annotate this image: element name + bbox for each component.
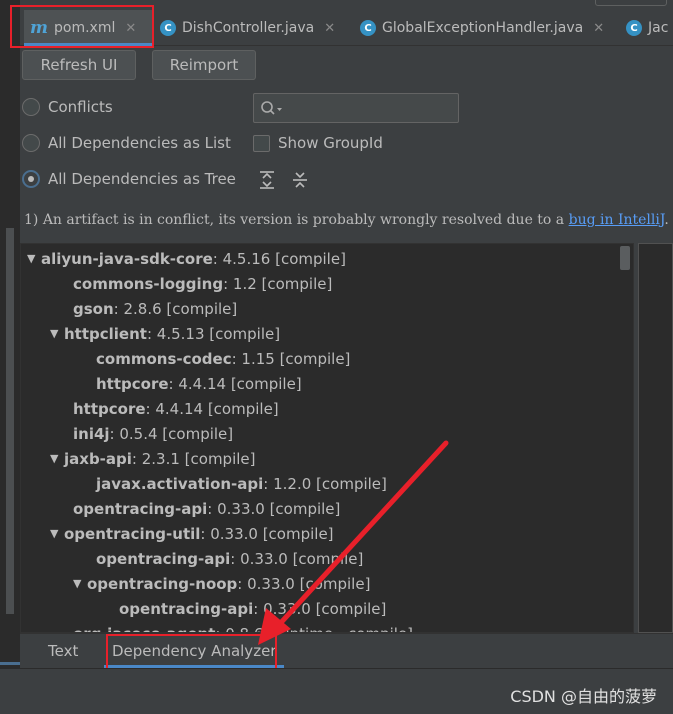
gutter-marker bbox=[0, 662, 20, 665]
tree-node[interactable]: commons-codec : 1.15 [compile] bbox=[82, 346, 350, 371]
tree-option[interactable]: All Dependencies as Tree bbox=[22, 170, 236, 188]
gutter-scrollbar[interactable] bbox=[6, 228, 14, 614]
conflict-notice: 1) An artifact is in conflict, its versi… bbox=[24, 212, 669, 228]
show-groupid-label: Show GroupId bbox=[278, 134, 383, 152]
artifact-version: : 0.33.0 [compile] bbox=[237, 574, 371, 593]
expand-arrow-icon[interactable]: ▼ bbox=[50, 327, 64, 340]
artifact-version: : 0.33.0 [compile] bbox=[200, 524, 334, 543]
expand-arrow-icon[interactable]: ▼ bbox=[27, 252, 41, 265]
artifact-version: : 4.4.14 [compile] bbox=[168, 374, 302, 393]
left-gutter bbox=[0, 0, 20, 714]
search-input[interactable] bbox=[288, 100, 448, 116]
refresh-ui-button[interactable]: Refresh UI bbox=[22, 50, 136, 80]
artifact-version: : 2.3.1 [compile] bbox=[131, 449, 256, 468]
artifact-name: opentracing-api bbox=[96, 549, 231, 568]
tree-label: All Dependencies as Tree bbox=[48, 170, 236, 188]
tab-text[interactable]: Text bbox=[48, 634, 78, 668]
artifact-version: : 0.33.0 [compile] bbox=[207, 499, 341, 518]
artifact-name: opentracing-util bbox=[64, 524, 201, 543]
tree-node[interactable]: commons-logging : 1.2 [compile] bbox=[59, 271, 332, 296]
artifact-version: : 1.2 [compile] bbox=[223, 274, 333, 293]
expand-arrow-icon[interactable]: ▼ bbox=[73, 577, 87, 590]
tree-node[interactable]: org.jacoco.agent : 0.8.6 [runtime - comp… bbox=[59, 621, 413, 633]
class-c-icon: C bbox=[160, 20, 176, 36]
artifact-name: org.jacoco.agent bbox=[73, 625, 215, 633]
tree-node[interactable]: ▼ jaxb-api : 2.3.1 [compile] bbox=[50, 446, 256, 471]
tree-scrollbar-thumb[interactable] bbox=[620, 246, 630, 270]
tree-node[interactable]: ▼ httpclient : 4.5.13 [compile] bbox=[50, 321, 280, 346]
expand-all-icon[interactable] bbox=[258, 170, 276, 190]
conflicts-label: Conflicts bbox=[48, 98, 113, 116]
reimport-button[interactable]: Reimport bbox=[152, 50, 256, 80]
expand-arrow-icon[interactable]: ▼ bbox=[50, 452, 64, 465]
artifact-version: : 0.5.4 [compile] bbox=[109, 424, 234, 443]
conflicts-radio[interactable] bbox=[22, 98, 40, 116]
expand-arrow-icon[interactable]: ▼ bbox=[50, 527, 64, 540]
artifact-version: : 0.8.6 [runtime - compile] bbox=[215, 625, 413, 633]
tree-node[interactable]: ▼ opentracing-util : 0.33.0 [compile] bbox=[50, 521, 334, 546]
usages-pane bbox=[638, 243, 673, 633]
tree-node[interactable]: httpcore : 4.4.14 [compile] bbox=[59, 396, 279, 421]
tab-label: DishController.java bbox=[182, 20, 315, 36]
tree-node[interactable]: javax.activation-api : 1.2.0 [compile] bbox=[82, 471, 387, 496]
artifact-version: : 0.33.0 [compile] bbox=[253, 599, 387, 618]
artifact-name: aliyun-java-sdk-core bbox=[41, 249, 213, 268]
artifact-version: : 4.5.13 [compile] bbox=[146, 324, 281, 343]
artifact-name: gson bbox=[73, 299, 114, 318]
artifact-version: : 0.33.0 [compile] bbox=[230, 549, 364, 568]
tree-node[interactable]: httpcore : 4.4.14 [compile] bbox=[82, 371, 302, 396]
tab-jac[interactable]: C Jac bbox=[620, 10, 673, 46]
artifact-version: : 2.8.6 [compile] bbox=[113, 299, 238, 318]
artifact-name: commons-codec bbox=[96, 349, 232, 368]
class-c-icon: C bbox=[626, 20, 642, 36]
artifact-version: : 4.5.16 [compile] bbox=[212, 249, 346, 268]
notice-text: 1) An artifact is in conflict, its versi… bbox=[24, 212, 569, 228]
search-icon[interactable] bbox=[260, 100, 284, 116]
artifact-name: opentracing-api bbox=[73, 499, 208, 518]
artifact-name: javax.activation-api bbox=[96, 474, 264, 493]
list-option[interactable]: All Dependencies as List bbox=[22, 134, 231, 152]
artifact-name: httpclient bbox=[64, 324, 147, 343]
watermark: CSDN @自由的菠萝 bbox=[510, 687, 657, 706]
show-groupid-checkbox[interactable] bbox=[253, 134, 270, 152]
artifact-version: : 1.15 [compile] bbox=[231, 349, 351, 368]
tree-node[interactable]: gson : 2.8.6 [compile] bbox=[59, 296, 237, 321]
conflicts-option[interactable]: Conflicts bbox=[22, 98, 113, 116]
notice-suffix: . bbox=[664, 212, 669, 228]
artifact-version: : 1.2.0 [compile] bbox=[263, 474, 387, 493]
close-icon[interactable]: ✕ bbox=[324, 21, 335, 36]
artifact-name: ini4j bbox=[73, 424, 110, 443]
tree-node[interactable]: ▼ aliyun-java-sdk-core : 4.5.16 [compile] bbox=[27, 246, 346, 271]
class-c-icon: C bbox=[360, 20, 376, 36]
artifact-name: jaxb-api bbox=[64, 449, 132, 468]
dependency-tree[interactable]: ▼ aliyun-java-sdk-core : 4.5.16 [compile]… bbox=[20, 243, 634, 633]
tree-node[interactable]: opentracing-api : 0.33.0 [compile] bbox=[82, 546, 363, 571]
close-icon[interactable]: ✕ bbox=[593, 21, 604, 36]
tab-label: GlobalExceptionHandler.java bbox=[382, 20, 584, 36]
collapse-all-icon[interactable] bbox=[291, 170, 309, 190]
list-radio[interactable] bbox=[22, 134, 40, 152]
annotation-box-pom-tab bbox=[10, 5, 154, 48]
artifact-name: httpcore bbox=[96, 374, 169, 393]
bug-link[interactable]: bug in IntelliJ bbox=[569, 212, 665, 228]
tree-node[interactable]: opentracing-api : 0.33.0 [compile] bbox=[105, 596, 386, 621]
list-label: All Dependencies as List bbox=[48, 134, 231, 152]
artifact-name: opentracing-noop bbox=[87, 574, 238, 593]
tab-dish-controller[interactable]: C DishController.java ✕ bbox=[154, 10, 341, 46]
tab-label: Jac bbox=[648, 20, 669, 36]
artifact-name: commons-logging bbox=[73, 274, 224, 293]
tree-node[interactable]: ini4j : 0.5.4 [compile] bbox=[59, 421, 233, 446]
tree-node[interactable]: opentracing-api : 0.33.0 [compile] bbox=[59, 496, 340, 521]
artifact-name: opentracing-api bbox=[119, 599, 254, 618]
tree-node[interactable]: ▼ opentracing-noop : 0.33.0 [compile] bbox=[73, 571, 370, 596]
top-right-tab-hint bbox=[595, 0, 667, 6]
tree-radio[interactable] bbox=[22, 170, 40, 188]
artifact-name: httpcore bbox=[73, 399, 146, 418]
search-box[interactable] bbox=[253, 93, 459, 123]
artifact-version: : 4.4.14 [compile] bbox=[145, 399, 279, 418]
show-groupid-option[interactable]: Show GroupId bbox=[253, 134, 383, 152]
tab-global-exception-handler[interactable]: C GlobalExceptionHandler.java ✕ bbox=[354, 10, 610, 46]
